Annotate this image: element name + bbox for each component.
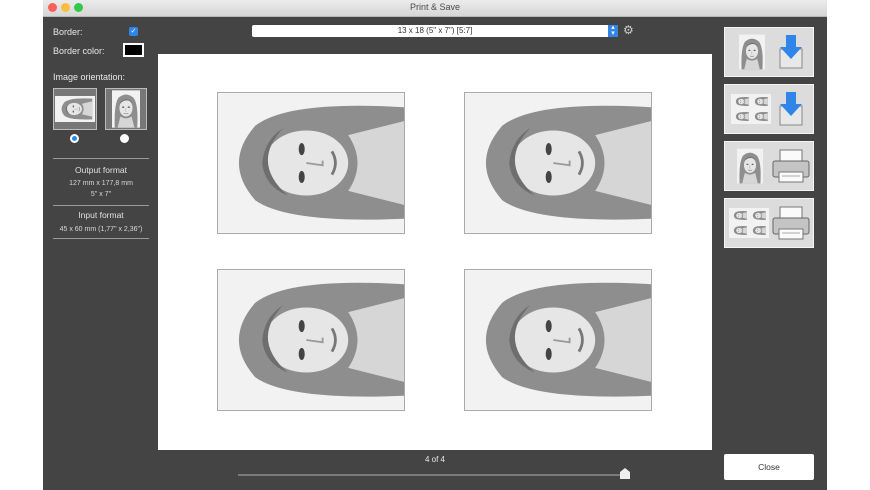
border-color-label: Border color: <box>53 46 105 56</box>
output-format-heading: Output format <box>75 165 127 175</box>
divider <box>53 238 149 239</box>
page-indicator: 4 of 4 <box>424 455 445 464</box>
photo-3 <box>217 269 405 411</box>
download-icon <box>779 35 803 69</box>
portrait-thumbnail <box>106 89 146 129</box>
close-button[interactable]: Close <box>724 454 814 480</box>
output-format-mm: 127 mm x 177,8 mm <box>69 180 133 187</box>
printer-icon <box>772 206 810 240</box>
image-orientation-label: Image orientation: <box>53 72 126 82</box>
border-checkbox[interactable]: ✓ <box>129 27 138 36</box>
save-sheet-button[interactable] <box>724 84 814 134</box>
dropdown-arrows-icon[interactable]: ▴ ▾ <box>608 24 618 37</box>
input-format-size: 45 x 60 mm (1,77" x 2,36") <box>59 226 143 233</box>
download-icon <box>779 92 803 126</box>
title-bar: Print & Save <box>43 0 827 17</box>
print-save-window: Print & Save Border: ✓ Border color: Ima… <box>43 0 827 490</box>
format-dropdown[interactable]: 13 x 18 (5" x 7") [5:7] <box>252 25 618 37</box>
landscape-orientation-option[interactable] <box>53 88 97 130</box>
printer-icon <box>772 149 810 183</box>
portrait-radio[interactable] <box>120 134 129 143</box>
print-single-button[interactable] <box>724 141 814 191</box>
output-format-inches: 5" x 7" <box>90 191 112 198</box>
gear-icon[interactable]: ⚙ <box>623 23 634 37</box>
photo-1 <box>217 92 405 234</box>
window-title: Print & Save <box>409 2 461 12</box>
print-sheet-button[interactable] <box>724 198 814 248</box>
border-label: Border: <box>53 27 83 37</box>
print-preview-sheet <box>158 54 712 450</box>
border-color-swatch[interactable] <box>123 43 144 57</box>
slider-thumb-body[interactable] <box>620 472 630 479</box>
input-format-heading: Input format <box>78 210 124 220</box>
landscape-radio[interactable] <box>70 134 79 143</box>
save-single-button[interactable] <box>724 27 814 77</box>
landscape-thumbnail <box>54 89 96 129</box>
divider <box>53 158 149 159</box>
divider <box>53 205 149 206</box>
portrait-orientation-option[interactable] <box>105 88 147 130</box>
photo-2 <box>464 92 652 234</box>
page-slider[interactable] <box>238 474 628 476</box>
photo-4 <box>464 269 652 411</box>
